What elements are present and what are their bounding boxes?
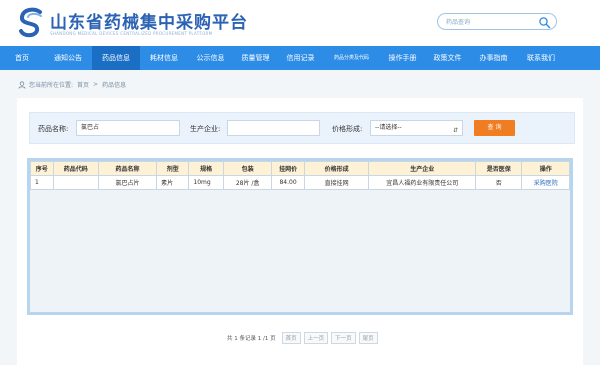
breadcrumb-home[interactable]: 首页 [77, 80, 89, 89]
column-header: 挂网价 [271, 161, 305, 176]
results-table: 序号 药品代码 药品名称 剂型 规格 包装 挂网价 价格形成 生产企业 是否医保… [30, 161, 570, 190]
table-cell: 素片 [156, 175, 190, 190]
drug-name-label: 药品名称: [38, 125, 69, 133]
results-table-frame: 序号 药品代码 药品名称 剂型 规格 包装 挂网价 价格形成 生产企业 是否医保… [27, 158, 573, 315]
nav-item-home[interactable]: 首页 [0, 46, 44, 70]
pricing-label: 价格形成: [332, 125, 363, 133]
column-header: 剂型 [156, 161, 190, 176]
table-cell: 28片 /盒 [222, 175, 273, 190]
pricing-select-value: --请选择-- [375, 124, 402, 131]
nav-item-policy[interactable]: 政策文件 [425, 46, 470, 70]
pagination-info: 共 1 条记录 1 /1 页 [227, 336, 276, 342]
nav-item-notices[interactable]: 通知公告 [44, 46, 92, 70]
table-cell: 84.00 [271, 175, 305, 190]
nav-item-drug-info[interactable]: 药品信息 [92, 46, 140, 70]
nav-item-credit[interactable]: 信用记录 [278, 46, 323, 70]
nav-item-manual[interactable]: 操作手册 [380, 46, 425, 70]
main-panel: 药品名称: 氯巴占 生产企业: 价格形成: --请选择-- ⇵ 查 询 序号 药… [17, 98, 583, 365]
site-subtitle: SHANDONG MEDICAL DEVICES CENTRALIZED PRO… [50, 31, 213, 36]
site-title: 山东省药械集中采购平台 [50, 13, 248, 33]
table-cell [52, 175, 99, 190]
query-button[interactable]: 查 询 [474, 120, 515, 136]
last-page-button[interactable]: 尾页 [358, 332, 378, 344]
table-cell: 直接挂网 [303, 175, 370, 190]
table-cell: 10mg [188, 175, 224, 190]
pricing-select[interactable]: --请选择-- ⇵ [370, 120, 463, 136]
table-cell: 否 [475, 175, 523, 190]
breadcrumb-separator: > [93, 81, 99, 88]
table-cell: 1 [30, 175, 54, 190]
prev-page-button[interactable]: 上一页 [303, 332, 329, 344]
column-header: 生产企业 [368, 161, 477, 176]
search-form: 药品名称: 氯巴占 生产企业: 价格形成: --请选择-- ⇵ 查 询 [29, 112, 575, 144]
nav-item-consumables[interactable]: 耗材信息 [140, 46, 188, 70]
search-icon[interactable] [538, 16, 551, 29]
drug-name-input[interactable]: 氯巴占 [76, 120, 180, 136]
nav-item-quality[interactable]: 质量管理 [233, 46, 278, 70]
purchase-hospital-link[interactable]: 采购医院 [521, 175, 570, 190]
breadcrumb: 您当前所在位置: 首页 > 药品信息 [18, 80, 130, 89]
next-page-button[interactable]: 下一页 [331, 332, 356, 344]
breadcrumb-current: 药品信息 [102, 82, 127, 89]
table-cell: 氯巴占片 [97, 175, 158, 190]
table-header-row: 序号 药品代码 药品名称 剂型 规格 包装 挂网价 价格形成 生产企业 是否医保… [30, 161, 570, 176]
column-header: 规格 [188, 161, 224, 176]
column-header: 序号 [30, 161, 54, 176]
column-header: 药品名称 [97, 161, 158, 176]
nav-item-guide[interactable]: 办事指南 [470, 46, 517, 70]
column-header: 药品代码 [52, 161, 99, 176]
pagination: 共 1 条记录 1 /1 页 首页 上一页 下一页 尾页 [227, 332, 381, 344]
nav-item-drug-codes[interactable]: 药品分类及代码 [323, 46, 380, 70]
main-nav: 首页 通知公告 药品信息 耗材信息 公示信息 质量管理 信用记录 药品分类及代码… [0, 46, 600, 70]
column-header: 包装 [222, 161, 273, 176]
column-header: 价格形成 [303, 161, 370, 176]
header-search [437, 13, 557, 30]
header-search-input[interactable] [446, 16, 536, 28]
nav-item-contact[interactable]: 联系我们 [517, 46, 565, 70]
breadcrumb-prefix: 您当前所在位置: [29, 82, 74, 89]
first-page-button[interactable]: 首页 [281, 332, 301, 344]
table-row[interactable]: 1 氯巴占片 素片 10mg 28片 /盒 84.00 直接挂网 宜昌人福药业有… [30, 175, 570, 190]
manufacturer-input[interactable] [227, 120, 320, 136]
table-cell: 宜昌人福药业有限责任公司 [368, 175, 477, 190]
column-header: 是否医保 [475, 161, 523, 176]
select-caret-icon: ⇵ [452, 127, 458, 134]
column-header: 操作 [521, 161, 570, 176]
user-location-icon [18, 80, 26, 89]
manufacturer-label: 生产企业: [190, 125, 221, 133]
nav-item-public-notices[interactable]: 公示信息 [188, 46, 233, 70]
platform-logo-icon [19, 7, 42, 38]
site-header: 山东省药械集中采购平台 SHANDONG MEDICAL DEVICES CEN… [0, 0, 600, 46]
